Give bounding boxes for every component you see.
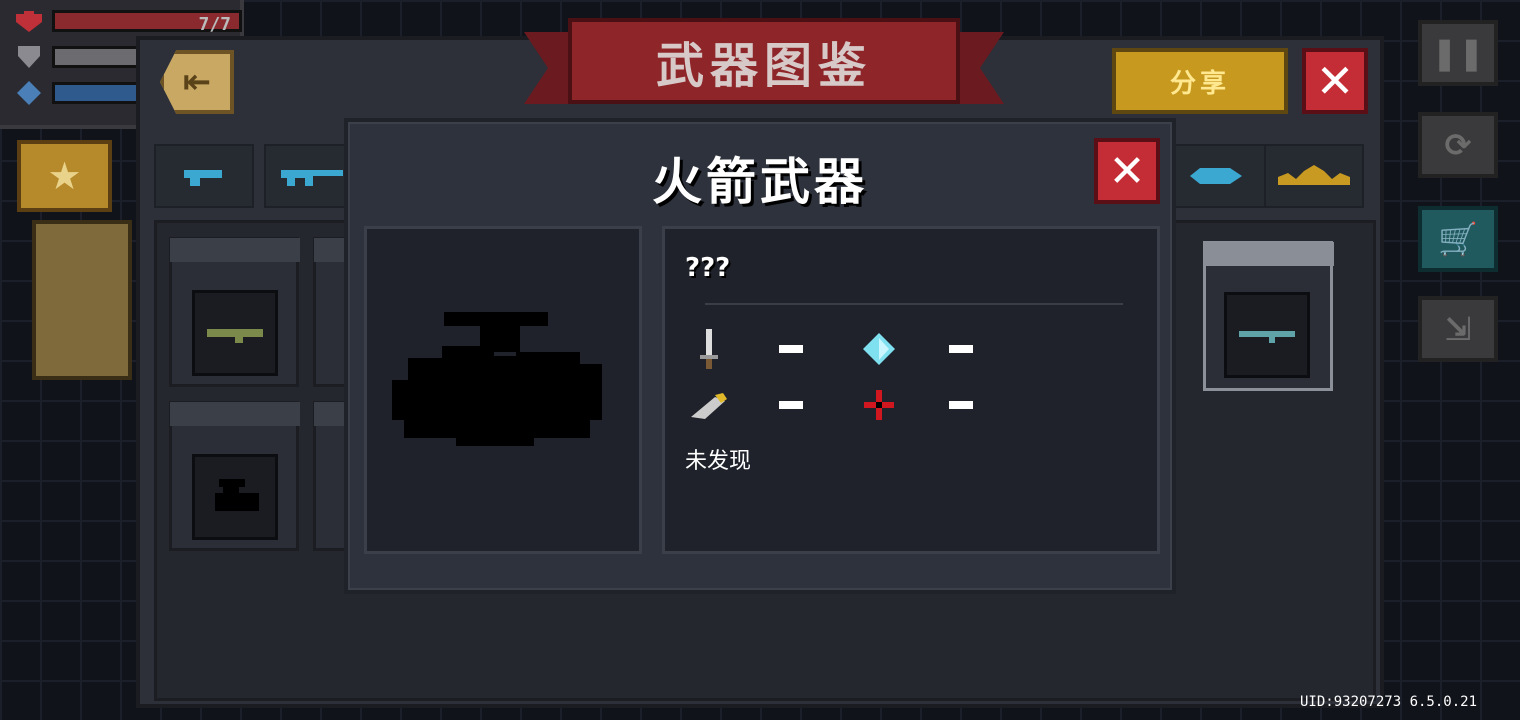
left-menu: ★: [12, 130, 137, 390]
crown-icon: [1278, 165, 1350, 185]
star-button[interactable]: ★: [17, 140, 112, 212]
vending-machine: [32, 220, 132, 380]
weapon-name: ???: [685, 253, 731, 283]
exit-icon: ⇲: [1444, 310, 1472, 348]
modal-close-button[interactable]: ✕: [1094, 138, 1160, 204]
unknown-weapon-silhouette-icon: [392, 312, 602, 446]
weapon-details: ??? - 未发现: [662, 226, 1160, 554]
fish-icon: [1190, 168, 1242, 184]
weapon-category-modal: 火箭武器 ✕ ??? - 未发现: [344, 118, 1176, 594]
shield-icon: [18, 46, 40, 68]
codex-title: 武器图鉴: [568, 18, 960, 104]
discovery-status: 未发现: [685, 449, 752, 474]
tab-fish[interactable]: [1166, 144, 1266, 208]
close-icon: ✕: [1315, 54, 1355, 108]
weapon-preview: [364, 226, 642, 554]
sword-icon: [689, 329, 729, 369]
weapon-slot[interactable]: [169, 237, 300, 387]
laser-rifle-icon: [1239, 331, 1295, 343]
damage-value: [779, 345, 803, 353]
slot-frame: [192, 454, 278, 540]
slot-frame: [1224, 292, 1310, 378]
shop-button[interactable]: 🛒: [1418, 206, 1498, 272]
crosshair-icon: [859, 385, 899, 425]
weapon-slot[interactable]: [169, 401, 300, 551]
uid-version-label: UID:93207273 6.5.0.21: [1300, 694, 1478, 710]
slot-cap: [170, 238, 300, 262]
share-button[interactable]: 分享: [1112, 48, 1288, 114]
energy-cost-value: [949, 345, 973, 353]
pause-icon: ❚❚: [1431, 34, 1485, 72]
rocket-launcher-icon: [207, 329, 263, 343]
hp-row: 7/7: [12, 8, 242, 35]
weapon-slot-selected[interactable]: [1203, 241, 1334, 391]
refresh-button[interactable]: ⟳: [1418, 112, 1498, 178]
slot-cap: [1204, 242, 1334, 266]
codex-title-banner: 武器图鉴: [524, 18, 1004, 118]
modal-title: 火箭武器: [652, 153, 868, 211]
refresh-icon: ⟳: [1444, 126, 1472, 164]
slot-cap: [170, 402, 300, 426]
codex-close-button[interactable]: ✕: [1302, 48, 1368, 114]
hp-bar: 7/7: [52, 10, 242, 35]
back-button[interactable]: ⇤: [160, 50, 234, 114]
divider: [705, 303, 1123, 305]
cart-icon: 🛒: [1438, 220, 1478, 258]
pause-button[interactable]: ❚❚: [1418, 20, 1498, 86]
energy-crystal-icon: [17, 81, 41, 105]
pistol-icon: [184, 170, 222, 186]
star-icon: ★: [47, 154, 82, 198]
slot-frame: [192, 290, 278, 376]
energy-crystal-icon: [859, 329, 899, 369]
tab-pistol[interactable]: [154, 144, 254, 208]
tab-special[interactable]: [1264, 144, 1364, 208]
exit-button[interactable]: ⇲: [1418, 296, 1498, 362]
crit-icon: [689, 385, 729, 425]
accuracy-value: [949, 401, 973, 409]
unknown-weapon-silhouette-icon: [215, 479, 259, 511]
crit-value: [779, 401, 803, 409]
close-icon: ✕: [1108, 145, 1146, 197]
heart-icon: [16, 11, 42, 32]
hp-value: 7/7: [198, 14, 231, 35]
back-icon: ⇤: [182, 62, 212, 102]
rifle-icon: [281, 170, 343, 186]
